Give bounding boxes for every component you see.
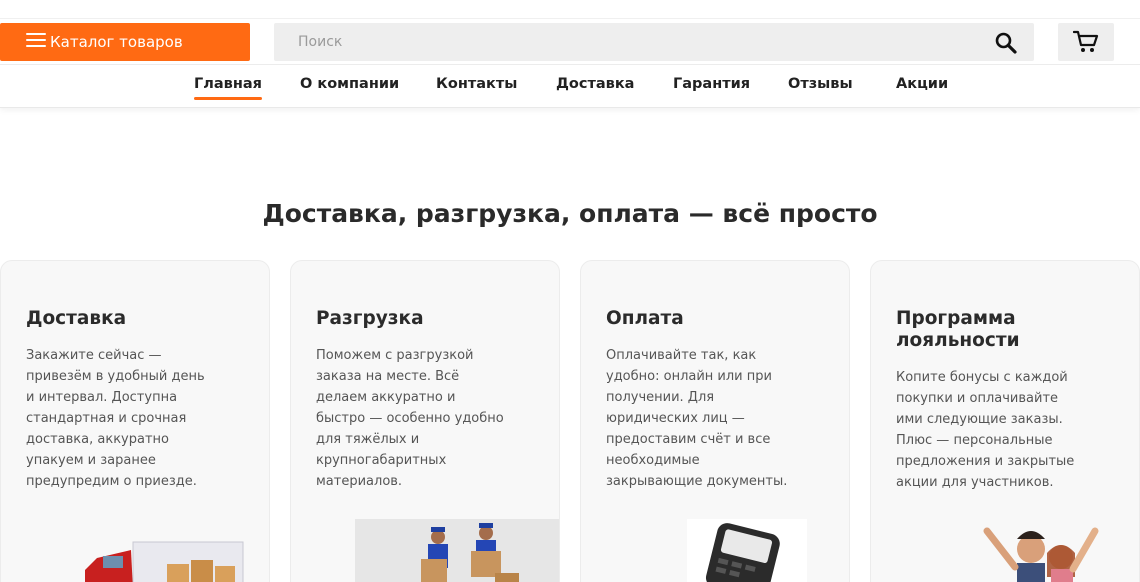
search-bar bbox=[274, 23, 1034, 61]
nav-item-promos[interactable]: Акции bbox=[896, 76, 948, 92]
cart-icon bbox=[1073, 30, 1099, 52]
main-nav: Главная О компании Контакты Доставка Гар… bbox=[0, 64, 1140, 108]
happy-customers-image bbox=[983, 527, 1099, 582]
card-title: Программа лояльности bbox=[896, 308, 1020, 351]
card-title: Оплата bbox=[606, 308, 684, 329]
card-title: Доставка bbox=[26, 308, 127, 329]
cart-button[interactable] bbox=[1058, 23, 1114, 61]
card-text: Поможем с разгрузкой заказа на месте. Вс… bbox=[316, 348, 504, 489]
card-text: Копите бонусы с каждой покупки и оплачив… bbox=[896, 370, 1075, 490]
card-title: Разгрузка bbox=[316, 308, 424, 329]
nav-item-reviews[interactable]: Отзывы bbox=[788, 76, 853, 92]
menu-icon bbox=[26, 33, 46, 47]
search-icon[interactable] bbox=[994, 31, 1018, 55]
section-title: Доставка, разгрузка, оплата — всё просто bbox=[262, 199, 878, 228]
card-loyalty: Программа лояльности Копите бонусы с каж… bbox=[870, 260, 1140, 582]
payment-terminal-image bbox=[687, 519, 807, 582]
nav-item-about[interactable]: О компании bbox=[300, 76, 399, 92]
site-header: Каталог товаров Главная О компании Конта… bbox=[0, 0, 1140, 108]
card-delivery: Доставка Закажите сейчас — привезём в уд… bbox=[0, 260, 270, 582]
nav-item-warranty[interactable]: Гарантия bbox=[673, 76, 750, 92]
search-input[interactable] bbox=[274, 23, 974, 61]
nav-item-home[interactable]: Главная bbox=[194, 76, 262, 100]
card-text: Закажите сейчас — привезём в удобный ден… bbox=[26, 348, 205, 489]
delivery-truck-image bbox=[85, 541, 244, 582]
card-payment: Оплата Оплачивайте так, как удобно: онла… bbox=[580, 260, 850, 582]
header-divider bbox=[0, 18, 1140, 19]
catalog-button[interactable]: Каталог товаров bbox=[0, 23, 250, 61]
nav-item-delivery[interactable]: Доставка bbox=[556, 76, 634, 92]
catalog-button-label: Каталог товаров bbox=[50, 33, 183, 51]
card-text: Оплачивайте так, как удобно: онлайн или … bbox=[606, 348, 788, 489]
nav-item-contacts[interactable]: Контакты bbox=[436, 76, 517, 92]
movers-with-boxes-image bbox=[355, 519, 559, 582]
card-unloading: Разгрузка Поможем с разгрузкой заказа на… bbox=[290, 260, 560, 582]
